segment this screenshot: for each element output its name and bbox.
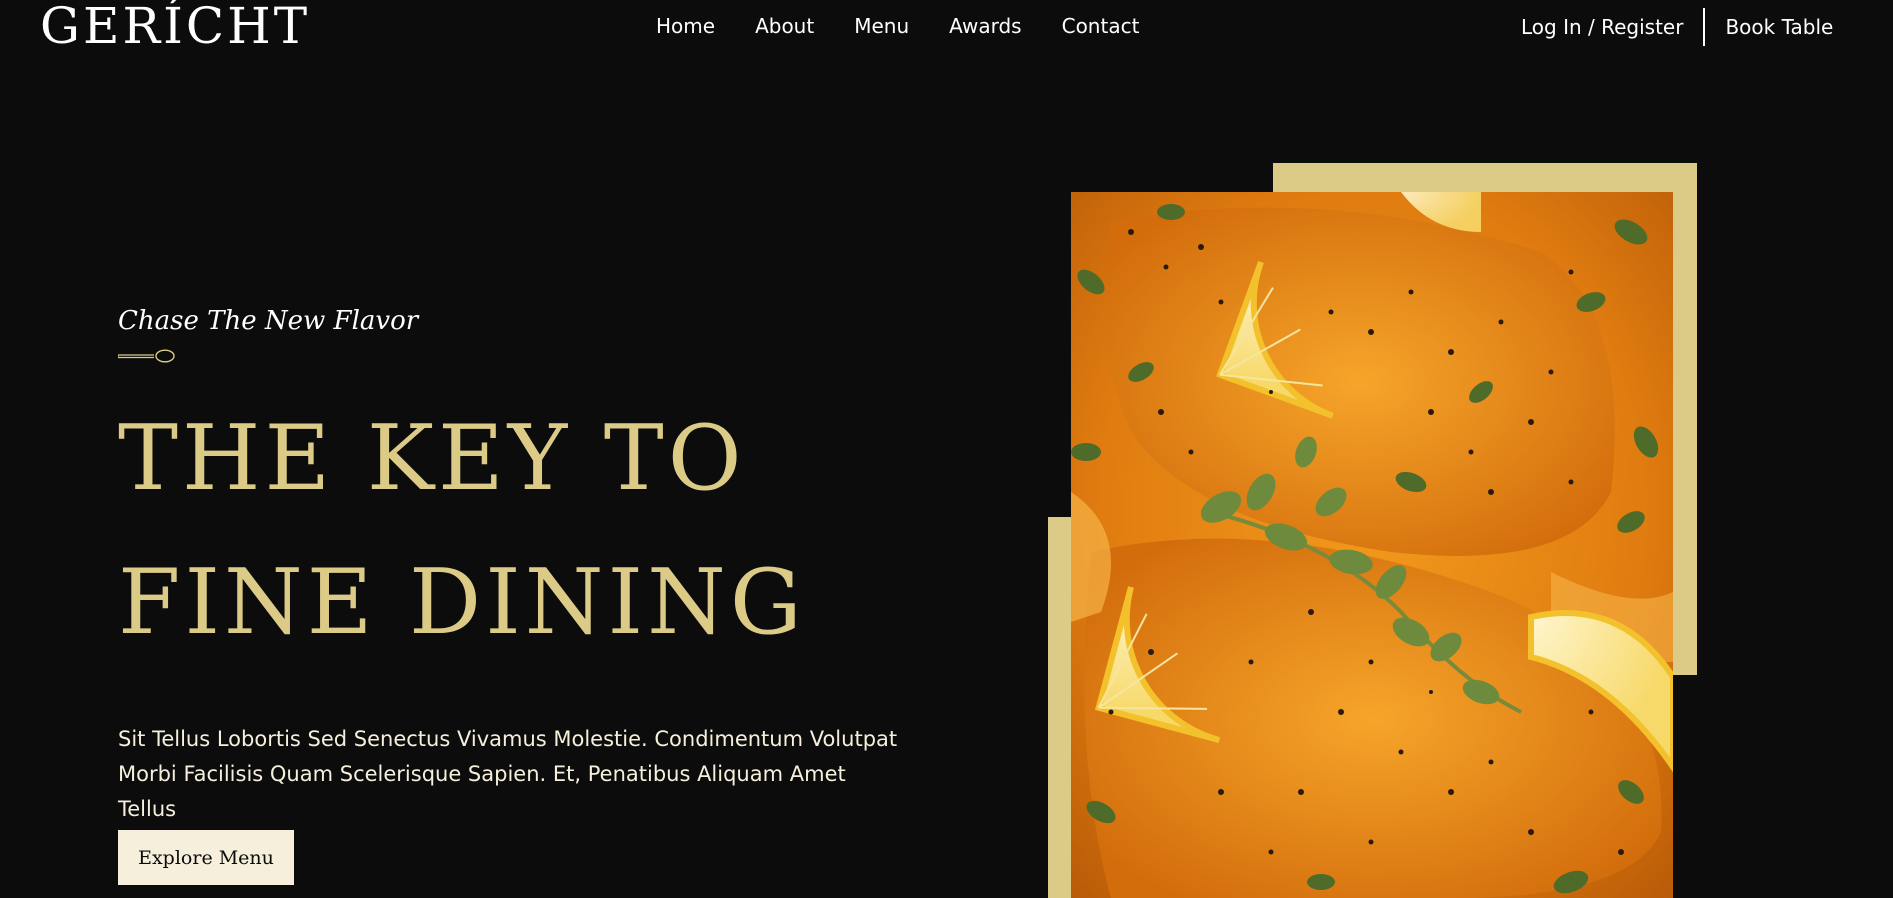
landing-page: GERÍCHT Home About Menu Awards Contact L… xyxy=(0,0,1893,898)
nav-link-contact[interactable]: Contact xyxy=(1062,10,1140,42)
hero-subtitle: Chase The New Flavor xyxy=(118,306,419,336)
hero-headline-line-1: THE KEY TO xyxy=(118,406,746,511)
hero-description: Sit Tellus Lobortis Sed Senectus Vivamus… xyxy=(118,722,898,827)
nav-divider xyxy=(1703,8,1706,46)
nav-link-about[interactable]: About xyxy=(755,10,814,42)
nav-link-home[interactable]: Home xyxy=(656,10,715,42)
explore-menu-button[interactable]: Explore Menu xyxy=(118,830,294,885)
salmon-dish-photo xyxy=(1071,192,1673,898)
hero-description-line-2: Morbi Facilisis Quam Scelerisque Sapien.… xyxy=(118,762,846,821)
hero-description-line-1: Sit Tellus Lobortis Sed Senectus Vivamus… xyxy=(118,727,898,751)
nav-actions: Log In / Register Book Table xyxy=(1521,8,1833,46)
hero-headline-line-2: FINE DINING xyxy=(118,550,806,655)
book-table-link[interactable]: Book Table xyxy=(1725,9,1833,45)
nav-link-menu[interactable]: Menu xyxy=(854,10,909,42)
spoon-icon xyxy=(118,349,175,363)
brand-logo[interactable]: GERÍCHT xyxy=(40,0,310,56)
main-nav: Home About Menu Awards Contact xyxy=(656,10,1139,42)
login-register-link[interactable]: Log In / Register xyxy=(1521,9,1683,45)
nav-link-awards[interactable]: Awards xyxy=(949,10,1021,42)
